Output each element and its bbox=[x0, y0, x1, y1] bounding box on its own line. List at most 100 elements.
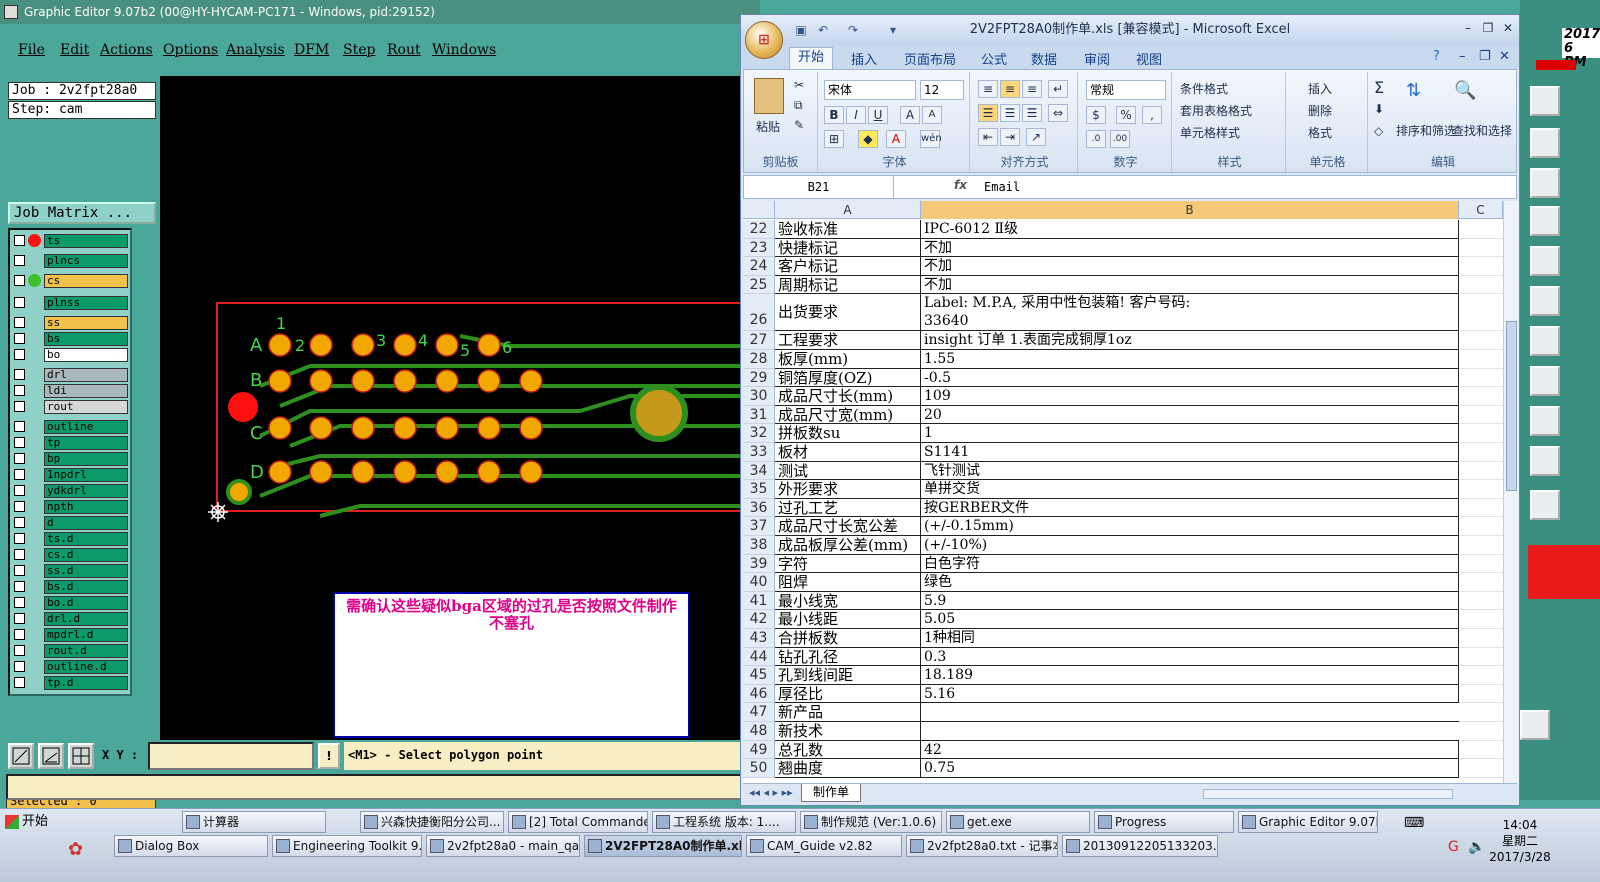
decrease-indent-icon[interactable]: ⇤ bbox=[978, 128, 998, 146]
cell-a[interactable]: 验收标准 bbox=[775, 220, 921, 239]
taskbar-button[interactable]: get.exe bbox=[946, 811, 1090, 833]
align-right-icon[interactable]: ☰ bbox=[1022, 104, 1042, 122]
layer-row[interactable]: ss bbox=[12, 316, 130, 330]
menu-rout[interactable]: Rout bbox=[387, 42, 421, 58]
row-number[interactable]: 28 bbox=[743, 350, 775, 369]
cell-b[interactable]: 18.189 bbox=[921, 666, 1459, 685]
layer-name[interactable]: npth bbox=[44, 500, 128, 514]
autosum-icon[interactable]: Σ bbox=[1374, 78, 1384, 97]
layer-row[interactable]: bs bbox=[12, 332, 130, 346]
row-number[interactable]: 36 bbox=[743, 498, 775, 518]
cell-c[interactable] bbox=[1459, 294, 1503, 332]
doc-close-icon[interactable]: ✕ bbox=[1499, 49, 1510, 64]
layer-row[interactable]: plncs bbox=[12, 254, 130, 268]
layer-checkbox[interactable] bbox=[14, 565, 25, 576]
layer-checkbox[interactable] bbox=[14, 677, 25, 688]
menu-actions[interactable]: Actions bbox=[100, 42, 153, 58]
layer-row[interactable]: tp bbox=[12, 436, 130, 450]
layer-row[interactable]: outline.d bbox=[12, 660, 130, 674]
cell-b[interactable]: 单拼交货 bbox=[921, 480, 1459, 499]
layer-name[interactable]: tp.d bbox=[44, 676, 128, 690]
cell-b[interactable]: 5.05 bbox=[921, 610, 1459, 629]
layer-name[interactable]: rout bbox=[44, 400, 128, 414]
redo-icon[interactable]: ↷ bbox=[845, 23, 861, 37]
layer-name[interactable]: d bbox=[44, 516, 128, 530]
layer-checkbox[interactable] bbox=[14, 629, 25, 640]
fill-color-icon[interactable]: ◆ bbox=[858, 130, 878, 148]
taskbar-button[interactable]: 2v2fpt28a0.txt - 记事本 bbox=[906, 835, 1058, 857]
row-number[interactable]: 50 bbox=[743, 759, 775, 778]
row-number[interactable]: 38 bbox=[743, 536, 775, 555]
layer-row[interactable]: drl bbox=[12, 368, 130, 382]
row-number[interactable]: 43 bbox=[743, 629, 775, 648]
undo-icon[interactable]: ↶ bbox=[815, 23, 831, 37]
row-number[interactable]: 42 bbox=[743, 610, 775, 629]
cell-a[interactable]: 翘曲度 bbox=[775, 759, 921, 778]
layer-checkbox[interactable] bbox=[14, 297, 25, 308]
start-button[interactable]: 开始 bbox=[2, 811, 110, 833]
cell-b[interactable] bbox=[921, 722, 1459, 741]
doc-minimize-icon[interactable]: – bbox=[1459, 49, 1466, 64]
layer-name[interactable]: outline bbox=[44, 420, 128, 434]
cell-a[interactable]: 成品尺寸宽(mm) bbox=[775, 405, 921, 425]
layer-row[interactable]: tp.d bbox=[12, 676, 130, 690]
cell-c[interactable] bbox=[1459, 629, 1503, 648]
layer-name[interactable]: tp bbox=[44, 436, 128, 450]
layer-row[interactable]: ts bbox=[12, 234, 130, 248]
border-icon[interactable]: ⊞ bbox=[824, 130, 844, 148]
menu-file[interactable]: File bbox=[18, 42, 45, 58]
row-number[interactable]: 26 bbox=[743, 294, 775, 332]
copy-icon[interactable]: ⧉ bbox=[794, 98, 803, 113]
merge-center-icon[interactable]: ⇔ bbox=[1048, 104, 1068, 122]
layer-name[interactable]: bo.d bbox=[44, 596, 128, 610]
cell-b[interactable]: 20 bbox=[921, 405, 1459, 425]
layer-row[interactable]: npth bbox=[12, 500, 130, 514]
tray-app-icon[interactable]: G bbox=[1448, 839, 1459, 855]
row-number[interactable]: 30 bbox=[743, 387, 775, 406]
row-number[interactable]: 44 bbox=[743, 647, 775, 667]
cell-a[interactable]: 过孔工艺 bbox=[775, 498, 921, 518]
layer-name[interactable]: plncs bbox=[44, 254, 128, 268]
row-number[interactable]: 37 bbox=[743, 517, 775, 536]
layer-checkbox[interactable] bbox=[14, 661, 25, 672]
font-color-icon[interactable]: A bbox=[886, 130, 906, 148]
italic-button[interactable]: I bbox=[846, 106, 866, 124]
col-header-c[interactable]: C bbox=[1459, 201, 1503, 219]
bold-button[interactable]: B bbox=[824, 106, 844, 124]
cell-c[interactable] bbox=[1459, 741, 1503, 760]
close-icon[interactable]: ✕ bbox=[1499, 19, 1517, 37]
shrink-font-button[interactable]: A bbox=[922, 106, 942, 124]
wrap-text-icon[interactable]: ↵ bbox=[1048, 80, 1068, 98]
menu-options[interactable]: Options bbox=[163, 42, 218, 58]
cell-b[interactable]: IPC-6012 Ⅱ级 bbox=[921, 220, 1459, 239]
layer-name[interactable]: drl bbox=[44, 368, 128, 382]
cell-c[interactable] bbox=[1459, 350, 1503, 369]
row-number[interactable]: 24 bbox=[743, 257, 775, 276]
cell-a[interactable]: 出货要求 bbox=[775, 294, 921, 332]
row-number[interactable]: 25 bbox=[743, 275, 775, 295]
horizontal-scrollbar[interactable] bbox=[1203, 789, 1453, 799]
cell-a[interactable]: 快捷标记 bbox=[775, 238, 921, 258]
cell-a[interactable]: 最小线距 bbox=[775, 610, 921, 629]
layer-row[interactable]: ydkdrl bbox=[12, 484, 130, 498]
name-box[interactable]: B21 bbox=[744, 176, 894, 198]
layer-checkbox[interactable] bbox=[14, 645, 25, 656]
cell-a[interactable]: 板厚(mm) bbox=[775, 350, 921, 369]
measure-icon[interactable] bbox=[38, 743, 64, 769]
paste-label[interactable]: 粘贴 bbox=[756, 118, 780, 135]
row-number[interactable]: 22 bbox=[743, 220, 775, 239]
cell-a[interactable]: 新产品 bbox=[775, 703, 921, 722]
increase-indent-icon[interactable]: ⇥ bbox=[1000, 128, 1020, 146]
cell-a[interactable]: 合拼板数 bbox=[775, 629, 921, 648]
cell-c[interactable] bbox=[1459, 536, 1503, 555]
layer-name[interactable]: ldi bbox=[44, 384, 128, 398]
cell-c[interactable] bbox=[1459, 555, 1503, 574]
col-header-b[interactable]: B bbox=[921, 201, 1459, 219]
menu-dfm[interactable]: DFM bbox=[294, 42, 329, 58]
cell-a[interactable]: 测试 bbox=[775, 461, 921, 481]
cell-b[interactable]: -0.5 bbox=[921, 368, 1459, 388]
find-select-button[interactable]: 查找和选择 bbox=[1452, 122, 1512, 139]
fill-icon[interactable]: ⬇ bbox=[1374, 102, 1384, 116]
fx-icon[interactable]: fx bbox=[954, 178, 967, 192]
tool-icon[interactable] bbox=[1530, 86, 1560, 116]
